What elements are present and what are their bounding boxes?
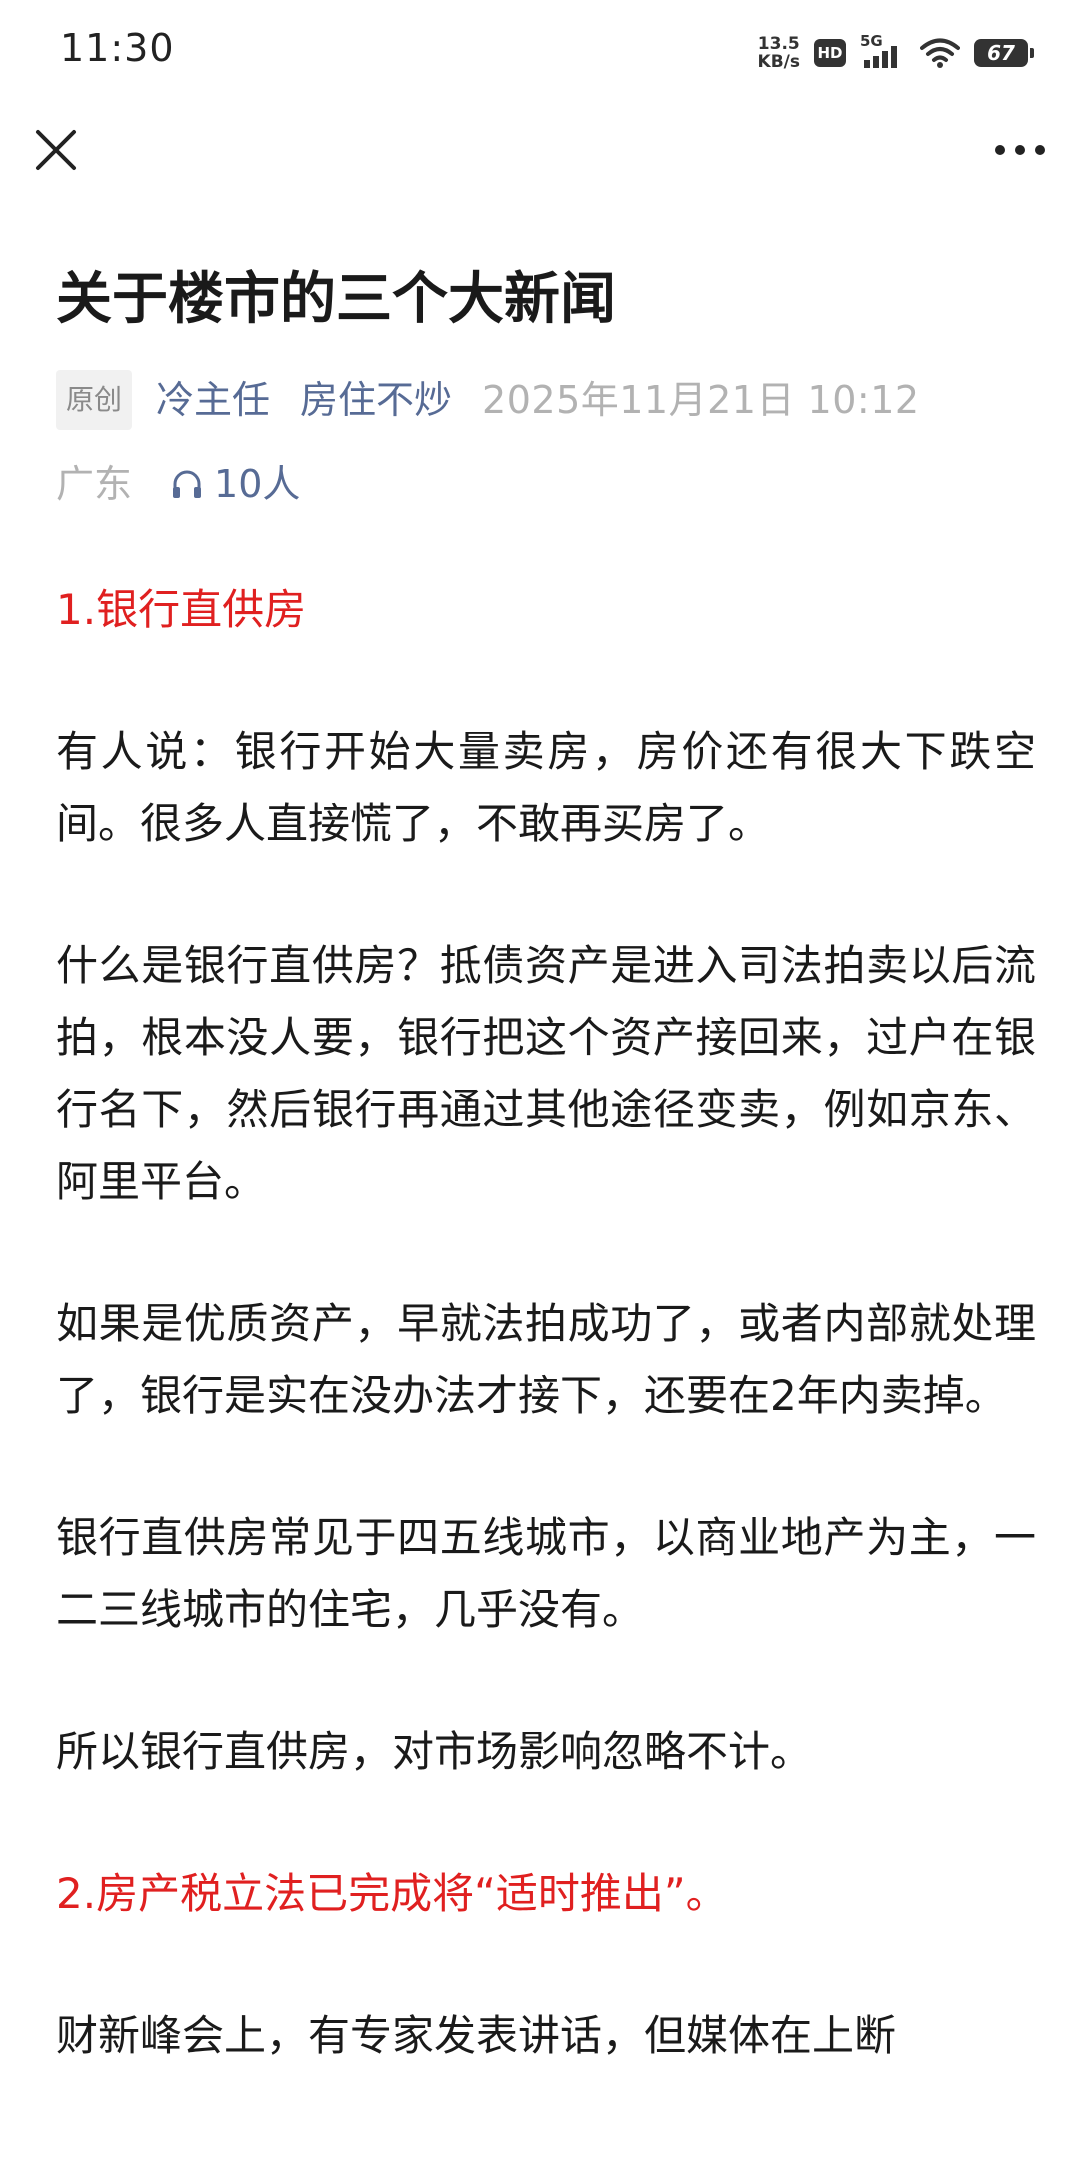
network-speed-value: 13.5 [757,34,800,54]
paragraph: 所以银行直供房，对市场影响忽略不计。 [56,1727,813,1776]
author-link[interactable]: 冷主任 [156,372,270,428]
article-meta: 原创 冷主任 房住不炒 2025年11月21日 10:12 [56,370,1036,430]
headphones-icon [173,470,202,498]
network-speed-unit: KB/s [757,52,800,72]
location-label: 广东 [56,462,133,506]
wifi-icon [920,38,960,68]
paragraph: 财新峰会上，有专家发表讲话，但媒体在上断 [56,2011,897,2060]
section-heading: 2.房产税立法已完成将“适时推出”。 [56,1869,728,1918]
article-meta-secondary: 广东 10人 [56,456,1036,512]
hd-icon: HD [814,39,846,67]
cellular-signal-icon: 5G [860,32,906,70]
article-title: 关于楼市的三个大新闻 [56,267,616,332]
more-horizontal-icon [995,145,1045,155]
article: 关于楼市的三个大新闻 原创 冷主任 房住不炒 2025年11月21日 10:12… [56,262,1036,2142]
publish-time: 2025年11月21日 10:12 [482,378,920,422]
more-options-button[interactable] [990,130,1050,170]
paragraph: 有人说：银行开始大量卖房，房价还有很大下跌空间。很多人直接慌了，不敢再买房了。 [56,727,1036,848]
listener-count: 10人 [214,462,301,506]
paragraph: 银行直供房常见于四五线城市，以商业地产为主，一二三线城市的住宅，几乎没有。 [56,1513,1036,1634]
original-badge: 原创 [56,370,133,430]
status-time: 11:30 [60,26,175,70]
close-icon [36,130,76,170]
close-button[interactable] [30,124,82,176]
paragraph: 如果是优质资产，早就法拍成功了，或者内部就处理了，银行是实在没办法才接下，还要在… [56,1299,1036,1420]
listen-button[interactable]: 10人 [170,456,300,512]
paragraph: 什么是银行直供房？抵债资产是进入司法拍卖以后流拍，根本没人要，银行把这个资产接回… [56,941,1036,1206]
network-speed: 13.5 KB/s [758,35,800,71]
status-icons: 13.5 KB/s HD 5G 67 [758,30,1034,76]
section-heading: 1.银行直供房 [56,585,307,634]
status-bar: 11:30 13.5 KB/s HD 5G 67 [0,0,1080,104]
battery-icon: 67 [974,39,1034,67]
column-link[interactable]: 房住不炒 [300,372,452,428]
network-type-label: 5G [860,32,883,50]
article-content: 1.银行直供房 有人说：银行开始大量卖房，房价还有很大下跌空间。很多人直接慌了，… [56,574,1036,2072]
